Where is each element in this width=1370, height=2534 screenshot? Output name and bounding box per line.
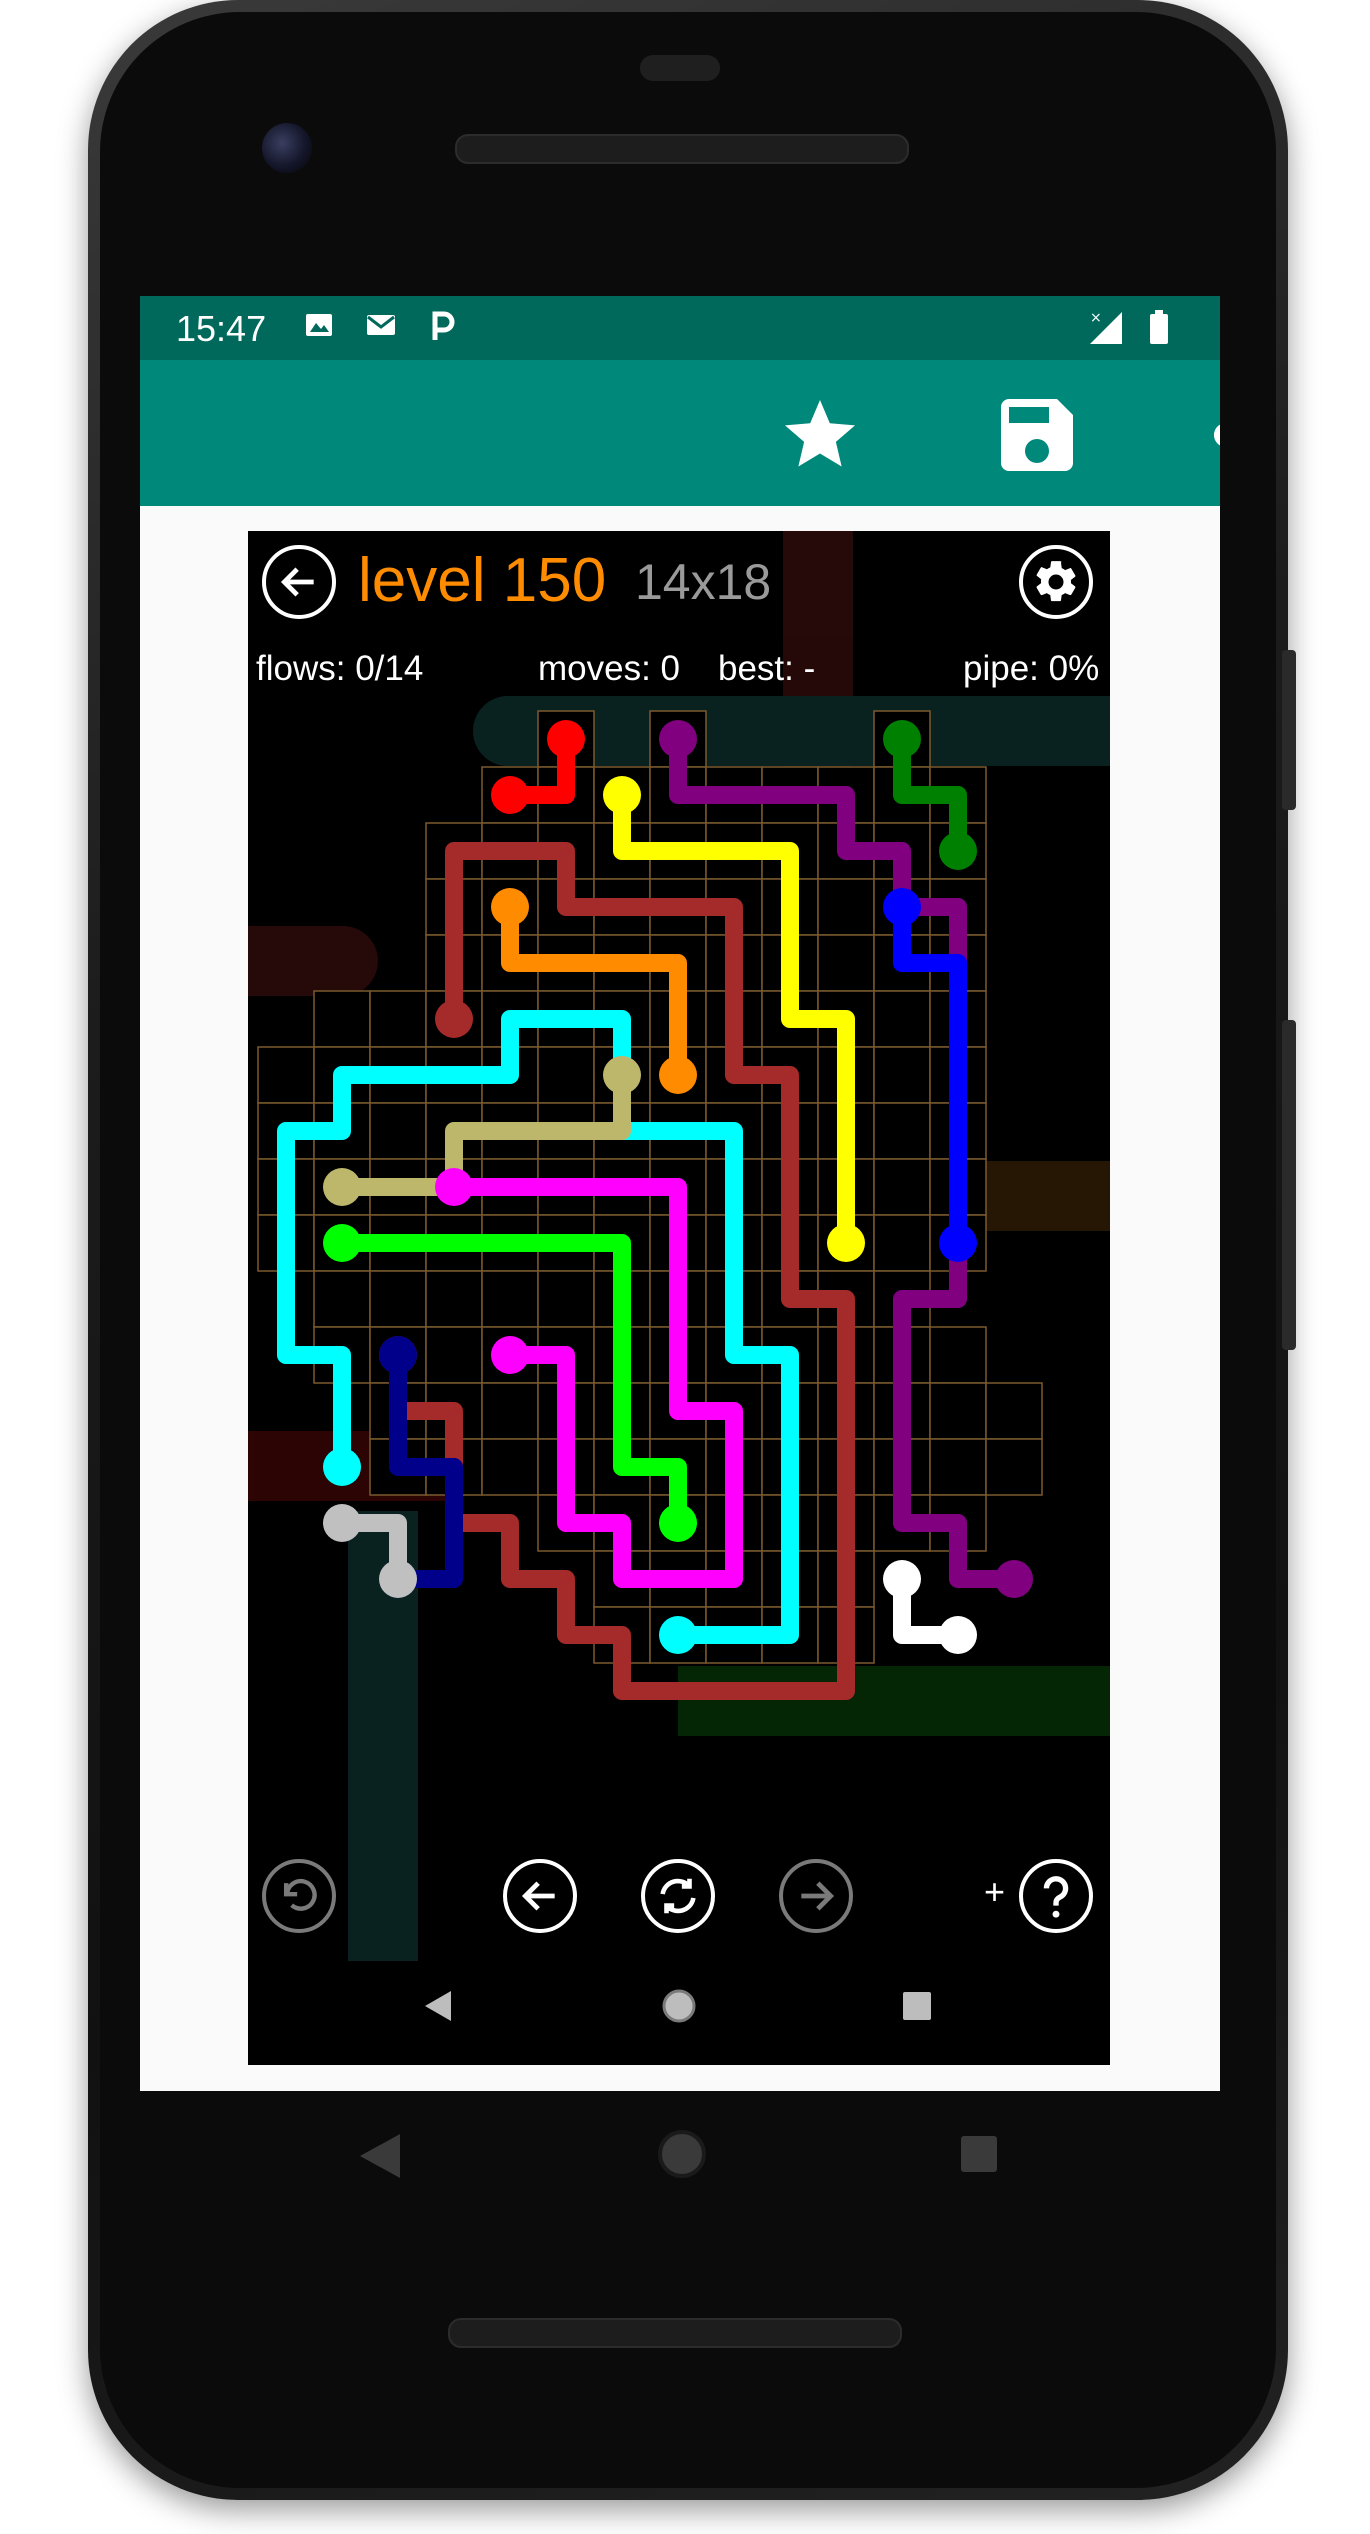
- battery-icon: [1142, 310, 1176, 344]
- bottom-speaker: [448, 2318, 902, 2348]
- earpiece-speaker: [455, 134, 909, 164]
- previous-level-icon: [521, 1881, 555, 1911]
- volume-button: [1282, 1020, 1296, 1350]
- flow-endpoint-dot[interactable]: [323, 1448, 361, 1486]
- save-icon: [1001, 399, 1073, 471]
- undo-button[interactable]: [262, 1859, 336, 1933]
- screen-home-button[interactable]: [658, 1985, 700, 2027]
- share-button[interactable]: [1195, 380, 1220, 490]
- home-circle-icon: [662, 1989, 696, 2023]
- svg-text:×: ×: [1090, 310, 1102, 326]
- flow-endpoint-dot[interactable]: [323, 1224, 361, 1262]
- flow-endpoint-dot[interactable]: [379, 1336, 417, 1374]
- flow-endpoint-dot[interactable]: [827, 1224, 865, 1262]
- flow-endpoint-dot[interactable]: [323, 1168, 361, 1206]
- share-icon: [1213, 424, 1220, 446]
- front-camera: [262, 123, 312, 173]
- flow-endpoint-dot[interactable]: [379, 1560, 417, 1598]
- flow-endpoint-dot[interactable]: [603, 1056, 641, 1094]
- flow-endpoint-dot[interactable]: [659, 1504, 697, 1542]
- restart-button[interactable]: [641, 1859, 715, 1933]
- flow-endpoint-dot[interactable]: [883, 720, 921, 758]
- flow-endpoint-dot[interactable]: [435, 1168, 473, 1206]
- star-icon: [785, 400, 855, 467]
- back-triangle-icon: [425, 1991, 451, 2021]
- restart-icon: [660, 1878, 696, 1914]
- hw-back-button[interactable]: [352, 2128, 408, 2184]
- flow-endpoint-dot[interactable]: [939, 1616, 977, 1654]
- proximity-sensor: [640, 55, 720, 81]
- flow-endpoint-dot[interactable]: [659, 1616, 697, 1654]
- flow-endpoint-dot[interactable]: [603, 776, 641, 814]
- flow-endpoint-dot[interactable]: [491, 776, 529, 814]
- back-triangle-icon: [360, 2134, 400, 2178]
- game-area: level 150 14x18 flows: 0/14 moves: 0 bes…: [248, 531, 1110, 2065]
- app-bar: [140, 360, 1220, 506]
- save-button[interactable]: [982, 380, 1092, 490]
- flow-endpoint-dot[interactable]: [659, 720, 697, 758]
- device-screen: 15:47 × level 150 14x18 flows: 0/14 move…: [140, 296, 1220, 2091]
- screen-recents-button[interactable]: [898, 1987, 936, 2025]
- recents-square-icon: [961, 2136, 997, 2172]
- flow-endpoint-dot[interactable]: [547, 720, 585, 758]
- status-time: 15:47: [176, 308, 267, 349]
- flow-endpoint-dot[interactable]: [995, 1560, 1033, 1598]
- hw-recents-button[interactable]: [955, 2130, 1003, 2178]
- flow-endpoint-dot[interactable]: [939, 1224, 977, 1262]
- puzzle-board[interactable]: [248, 531, 1110, 2065]
- image-icon: [302, 310, 336, 344]
- p-icon: [426, 310, 460, 344]
- recents-square-icon: [903, 1992, 931, 2020]
- gmail-icon: [364, 310, 398, 344]
- undo-icon: [283, 1878, 317, 1911]
- signal-icon: ×: [1088, 310, 1122, 344]
- hint-icon: [1043, 1876, 1069, 1918]
- home-circle-icon: [658, 2130, 706, 2178]
- flow-endpoint-dot[interactable]: [323, 1504, 361, 1542]
- hint-button[interactable]: [1019, 1859, 1093, 1933]
- favorite-button[interactable]: [765, 380, 875, 490]
- next-level-button[interactable]: [779, 1859, 853, 1933]
- flow-endpoint-dot[interactable]: [883, 1560, 921, 1598]
- flow-endpoint-dot[interactable]: [491, 888, 529, 926]
- flow-endpoint-dot[interactable]: [883, 888, 921, 926]
- flow-endpoint-dot[interactable]: [491, 1336, 529, 1374]
- status-bar: 15:47 ×: [140, 296, 1220, 360]
- flow-endpoint-dot[interactable]: [435, 1000, 473, 1038]
- flow-endpoint-dot[interactable]: [659, 1056, 697, 1094]
- screen-back-button[interactable]: [418, 1986, 458, 2026]
- power-button: [1282, 650, 1296, 810]
- flow-endpoint-dot[interactable]: [939, 832, 977, 870]
- hw-home-button[interactable]: [654, 2126, 710, 2182]
- next-level-icon: [801, 1881, 835, 1911]
- hint-plus-label: +: [984, 1871, 1006, 1912]
- previous-level-button[interactable]: [503, 1859, 577, 1933]
